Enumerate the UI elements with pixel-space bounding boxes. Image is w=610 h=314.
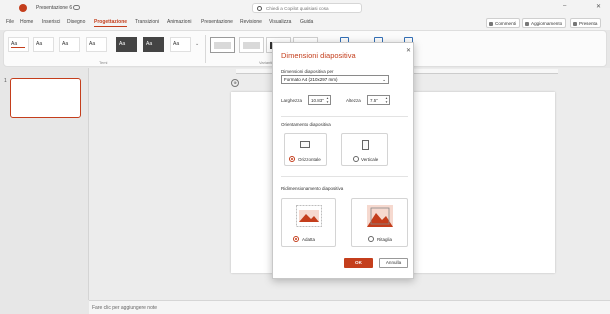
present-label: Presenta <box>579 20 598 26</box>
layout-options-icon[interactable]: ⊕ <box>231 79 239 87</box>
ribbon-separator <box>205 35 206 63</box>
slide-thumbnail[interactable] <box>10 78 81 118</box>
tab-animations[interactable]: Animazioni <box>167 19 191 25</box>
minimize-button[interactable]: – <box>563 3 566 9</box>
powerpoint-logo-icon <box>19 4 27 12</box>
portrait-option[interactable]: Verticale <box>341 133 388 166</box>
theme-thumbnail[interactable]: Aa <box>86 37 107 52</box>
theme-label: Aa <box>146 41 153 47</box>
notes-pane[interactable]: Fare clic per aggiungere note <box>89 300 610 314</box>
group-label-themes: Temi <box>99 60 108 65</box>
cancel-button[interactable]: Annulla <box>379 258 408 268</box>
size-label: Dimensioni diapositiva per <box>281 69 334 74</box>
spinner-arrows-icon[interactable]: ▲ ▼ <box>385 96 388 104</box>
portrait-radio[interactable] <box>353 156 359 162</box>
fit-scale-icon <box>296 205 322 227</box>
variant-thumbnail[interactable] <box>239 37 264 53</box>
tab-design[interactable]: Progettazione <box>94 19 128 27</box>
slide-size-select[interactable]: Formato A4 (210x297 mm) ⌄ <box>281 75 389 84</box>
theme-label: Aa <box>119 41 126 47</box>
tab-transitions[interactable]: Transizioni <box>135 19 159 25</box>
theme-label: Aa <box>62 41 69 47</box>
ok-button[interactable]: OK <box>344 258 373 268</box>
search-placeholder: Chiedi a Copilot qualsiasi cosa <box>266 6 329 11</box>
slide-size-value: Formato A4 (210x297 mm) <box>284 77 338 82</box>
theme-label: Aa <box>89 41 96 47</box>
comments-label: Commenti <box>495 20 516 26</box>
tab-insert[interactable]: Inserisci <box>42 19 60 25</box>
present-icon <box>573 21 577 26</box>
comment-icon <box>489 21 493 26</box>
catchup-icon <box>525 21 529 26</box>
theme-thumbnail[interactable]: Aa <box>116 37 137 52</box>
height-value: 7.5" <box>370 98 378 103</box>
maximize-scale-icon <box>367 205 393 227</box>
comments-button[interactable]: Commenti <box>486 18 520 28</box>
theme-thumbnail[interactable]: Aa <box>59 37 80 52</box>
landscape-icon <box>300 141 310 148</box>
theme-thumbnail[interactable]: Aa <box>33 37 54 52</box>
dialog-title: Dimensioni diapositiva <box>281 51 356 60</box>
group-label-variants: Varianti <box>259 60 273 65</box>
tab-file[interactable]: File <box>6 19 14 25</box>
tab-review[interactable]: Revisione <box>240 19 262 25</box>
width-value: 10.83" <box>311 98 324 103</box>
portrait-icon <box>362 140 369 150</box>
chevron-down-icon: ⌄ <box>382 77 386 82</box>
search-input[interactable]: Chiedi a Copilot qualsiasi cosa <box>252 3 362 13</box>
maximize-option[interactable]: Ritaglia <box>351 198 408 247</box>
scaling-label: Ridimensionamento diapositiva <box>281 186 344 191</box>
themes-more-icon[interactable]: ⌄ <box>195 41 199 47</box>
landscape-label: Orizzontale <box>298 156 321 162</box>
maximize-radio[interactable] <box>368 236 374 242</box>
tab-view[interactable]: Visualizza <box>269 19 291 25</box>
search-icon <box>257 6 262 11</box>
tab-help[interactable]: Guida <box>300 19 313 25</box>
maximize-label: Ritaglia <box>377 236 393 242</box>
close-window-button[interactable]: ✕ <box>596 3 601 10</box>
landscape-radio[interactable] <box>289 156 295 162</box>
theme-thumbnail[interactable]: Aa <box>170 37 191 52</box>
catchup-button[interactable]: Aggiornamento <box>522 18 567 28</box>
tab-slideshow[interactable]: Presentazione <box>201 19 233 25</box>
menu-bar: File Home Inserisci Disegno Progettazion… <box>0 16 610 30</box>
catchup-label: Aggiornamento <box>531 20 563 26</box>
cloud-save-icon[interactable] <box>73 5 80 10</box>
portrait-label: Verticale <box>361 156 379 162</box>
notes-placeholder: Fare clic per aggiungere note <box>92 305 158 311</box>
landscape-option[interactable]: Orizzontale <box>284 133 327 166</box>
orientation-label: Orientamento diapositiva <box>281 122 331 127</box>
slide-size-dialog: Dimensioni diapositiva ✕ Dimensioni diap… <box>272 42 414 279</box>
slide-number: 1 <box>4 78 7 84</box>
variant-thumbnail[interactable] <box>210 37 235 53</box>
close-icon[interactable]: ✕ <box>406 47 411 54</box>
title-bar: Presentazione 6 Chiedi a Copilot qualsia… <box>0 0 610 16</box>
present-button[interactable]: Presenta <box>570 18 602 28</box>
width-label: Larghezza <box>281 98 303 103</box>
width-input[interactable]: 10.83" ▲ ▼ <box>308 95 331 105</box>
height-label: Altezza <box>346 98 361 103</box>
theme-thumbnail[interactable]: Aa <box>143 37 164 52</box>
divider <box>281 116 408 117</box>
tab-draw[interactable]: Disegno <box>67 19 85 25</box>
fit-radio[interactable] <box>293 236 299 242</box>
fit-label: Adatta <box>302 236 316 242</box>
theme-label: Aa <box>173 41 180 47</box>
document-title[interactable]: Presentazione 6 <box>36 5 72 11</box>
tab-home[interactable]: Home <box>20 19 33 25</box>
theme-thumbnail[interactable]: Aa <box>8 37 29 52</box>
divider <box>281 176 408 177</box>
spinner-arrows-icon[interactable]: ▲ ▼ <box>326 96 329 104</box>
theme-label: Aa <box>36 41 43 47</box>
fit-option[interactable]: Adatta <box>281 198 336 247</box>
height-input[interactable]: 7.5" ▲ ▼ <box>367 95 390 105</box>
